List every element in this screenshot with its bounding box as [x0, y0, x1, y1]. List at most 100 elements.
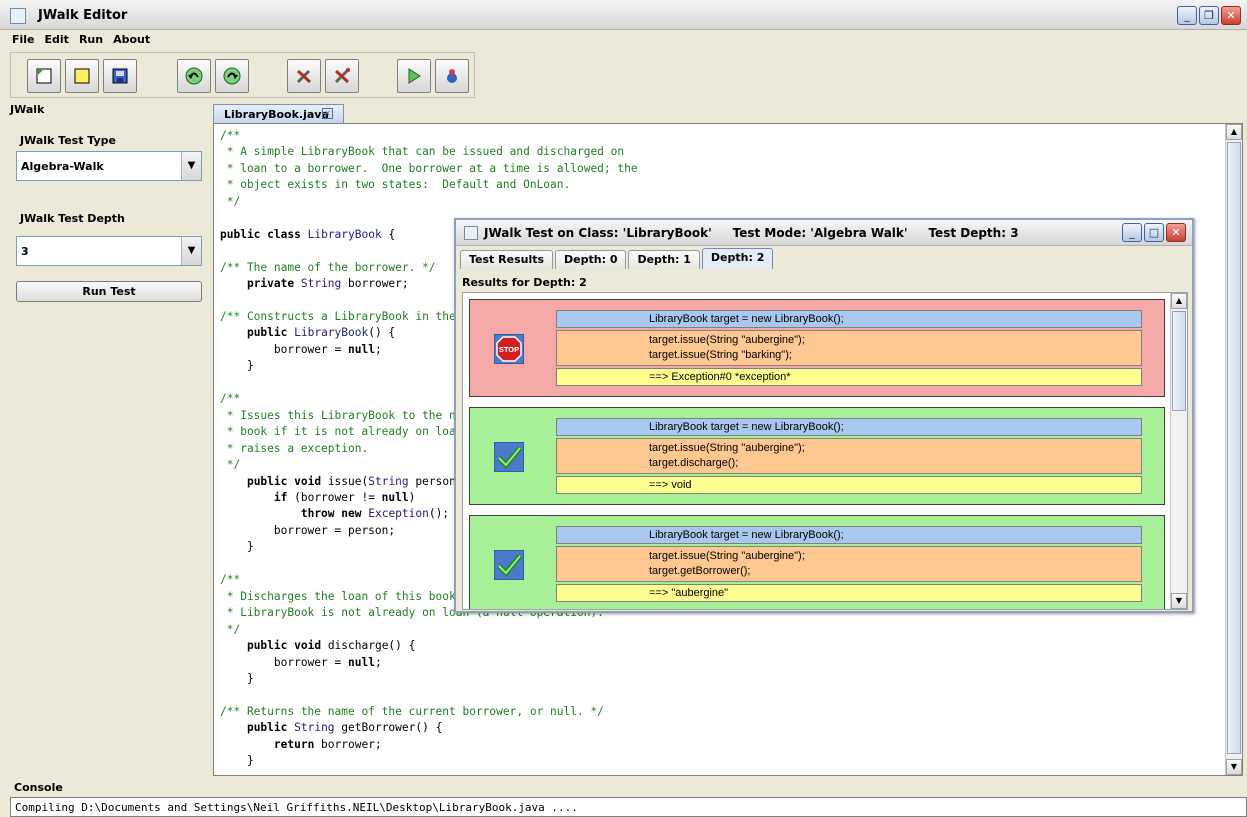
code-line[interactable]: * A simple LibraryBook that can be issue…	[220, 144, 638, 160]
test-type-select[interactable]: Algebra-Walk ▼	[16, 151, 202, 181]
result-line: ==> void	[556, 476, 1142, 494]
compile-all-button[interactable]	[325, 59, 359, 93]
results-scrollbar[interactable]: ▲ ▼	[1170, 293, 1187, 609]
open-file-icon	[74, 68, 90, 84]
scroll-down-icon[interactable]: ▼	[1171, 593, 1187, 609]
undo-button[interactable]	[177, 59, 211, 93]
scroll-thumb[interactable]	[1227, 142, 1241, 754]
method-call: target.discharge();	[649, 457, 739, 469]
window-controls: _ ❐ ✕	[1177, 6, 1241, 25]
run-icon	[408, 68, 421, 84]
method-call: target.issue(String "aubergine");	[649, 550, 805, 562]
save-icon	[112, 68, 128, 84]
save-button[interactable]	[103, 59, 137, 93]
dialog-titlebar: JWalk Test on Class: 'LibraryBook' Test …	[456, 220, 1192, 246]
code-line[interactable]: */	[220, 622, 638, 638]
result-card: STOP LibraryBook target = new LibraryBook…	[469, 299, 1165, 397]
menu-file[interactable]: File	[12, 33, 35, 51]
code-line[interactable]: }	[220, 671, 638, 687]
menu-about[interactable]: About	[113, 33, 150, 51]
minimize-icon[interactable]: _	[1122, 223, 1142, 242]
scroll-up-icon[interactable]: ▲	[1226, 124, 1242, 140]
new-file-icon	[36, 68, 52, 84]
redo-button[interactable]	[215, 59, 249, 93]
code-line[interactable]: /** Returns the name of the current borr…	[220, 704, 638, 720]
chevron-down-icon[interactable]: ▼	[181, 152, 201, 180]
test-depth-label: JWalk Test Depth	[20, 212, 125, 225]
minimize-icon[interactable]: _	[1177, 6, 1197, 25]
scroll-thumb[interactable]	[1172, 311, 1186, 411]
console-output[interactable]: Compiling D:\Documents and Settings\Neil…	[10, 797, 1247, 817]
check-mark-icon	[493, 441, 525, 473]
code-line[interactable]: public void discharge() {	[220, 638, 638, 654]
redo-icon	[223, 67, 241, 85]
undo-icon	[185, 67, 203, 85]
code-line[interactable]: * object exists in two states: Default a…	[220, 177, 638, 193]
results-label: Results for Depth: 2	[462, 276, 587, 289]
editor-scrollbar[interactable]: ▲ ▼	[1225, 124, 1242, 775]
code-line[interactable]: return borrower;	[220, 737, 638, 753]
code-line[interactable]: }	[220, 753, 638, 769]
method-calls: target.issue(String "aubergine"); target.…	[556, 546, 1142, 582]
close-icon[interactable]: ✕	[1166, 223, 1186, 242]
menu-bar: File Edit Run About	[0, 33, 150, 51]
method-call: target.issue(String "aubergine");	[649, 334, 805, 346]
chevron-down-icon[interactable]: ▼	[181, 237, 201, 265]
close-icon[interactable]: ✕	[1221, 6, 1241, 25]
tab-depth-0[interactable]: Depth: 0	[555, 250, 627, 269]
test-depth-value: 3	[21, 245, 29, 258]
run-button[interactable]	[397, 59, 431, 93]
code-line[interactable]: /**	[220, 128, 638, 144]
window-title: JWalk Editor	[38, 8, 128, 23]
result-card: LibraryBook target = new LibraryBook(); t…	[469, 515, 1165, 609]
restore-icon[interactable]: ❐	[1199, 6, 1219, 25]
compile-all-icon	[334, 68, 350, 84]
maximize-icon[interactable]: □	[1144, 223, 1164, 242]
window-titlebar: JWalk Editor _ ❐ ✕	[0, 0, 1247, 30]
code-line[interactable]	[220, 687, 638, 703]
close-tab-icon[interactable]: ✕	[322, 108, 333, 119]
method-call: target.issue(String "aubergine");	[649, 442, 805, 454]
stop-sign-icon: STOP	[493, 333, 525, 365]
run-test-button[interactable]: Run Test	[16, 281, 202, 302]
results-list: ▲ ▼ STOP LibraryBook target = new Library…	[462, 292, 1188, 610]
tab-depth-1[interactable]: Depth: 1	[628, 250, 700, 269]
method-calls: target.issue(String "aubergine"); target.…	[556, 330, 1142, 366]
test-depth-select[interactable]: 3 ▼	[16, 236, 202, 266]
tab-librarybook-java[interactable]: LibraryBook.java ✕	[213, 104, 344, 123]
tab-label: LibraryBook.java	[224, 108, 329, 121]
compile-button[interactable]	[287, 59, 321, 93]
result-line: ==> Exception#0 *exception*	[556, 368, 1142, 386]
open-file-button[interactable]	[65, 59, 99, 93]
constructor-line: LibraryBook target = new LibraryBook();	[556, 418, 1142, 436]
debug-button[interactable]	[435, 59, 469, 93]
svg-text:STOP: STOP	[499, 345, 519, 354]
code-line[interactable]: public String getBorrower() {	[220, 720, 638, 736]
console-title: Console	[14, 781, 63, 794]
dialog-tabs: Test Results Depth: 0 Depth: 1 Depth: 2	[460, 248, 775, 270]
result-line: ==> "aubergine"	[556, 584, 1142, 602]
code-line[interactable]: * loan to a borrower. One borrower at a …	[220, 161, 638, 177]
dialog-controls: _ □ ✕	[1122, 223, 1186, 242]
tab-depth-2[interactable]: Depth: 2	[701, 248, 774, 269]
constructor-line: LibraryBook target = new LibraryBook();	[556, 526, 1142, 544]
java-app-icon	[464, 226, 478, 240]
method-call: target.issue(String "barking");	[649, 349, 792, 361]
java-app-icon	[10, 8, 26, 24]
scroll-up-icon[interactable]: ▲	[1171, 293, 1187, 309]
scroll-down-icon[interactable]: ▼	[1226, 759, 1242, 775]
menu-edit[interactable]: Edit	[45, 33, 69, 51]
code-line[interactable]: */	[220, 194, 638, 210]
new-file-button[interactable]	[27, 59, 61, 93]
toolbar	[10, 52, 475, 98]
result-card: LibraryBook target = new LibraryBook(); t…	[469, 407, 1165, 505]
check-mark-icon	[493, 549, 525, 581]
menu-run[interactable]: Run	[79, 33, 103, 51]
compile-icon	[296, 69, 312, 84]
test-type-label: JWalk Test Type	[20, 134, 117, 147]
test-results-dialog: JWalk Test on Class: 'LibraryBook' Test …	[454, 218, 1194, 613]
tab-test-results[interactable]: Test Results	[460, 250, 554, 269]
code-line[interactable]: borrower = null;	[220, 655, 638, 671]
dialog-title: JWalk Test on Class: 'LibraryBook' Test …	[484, 226, 1019, 240]
method-calls: target.issue(String "aubergine"); target.…	[556, 438, 1142, 474]
